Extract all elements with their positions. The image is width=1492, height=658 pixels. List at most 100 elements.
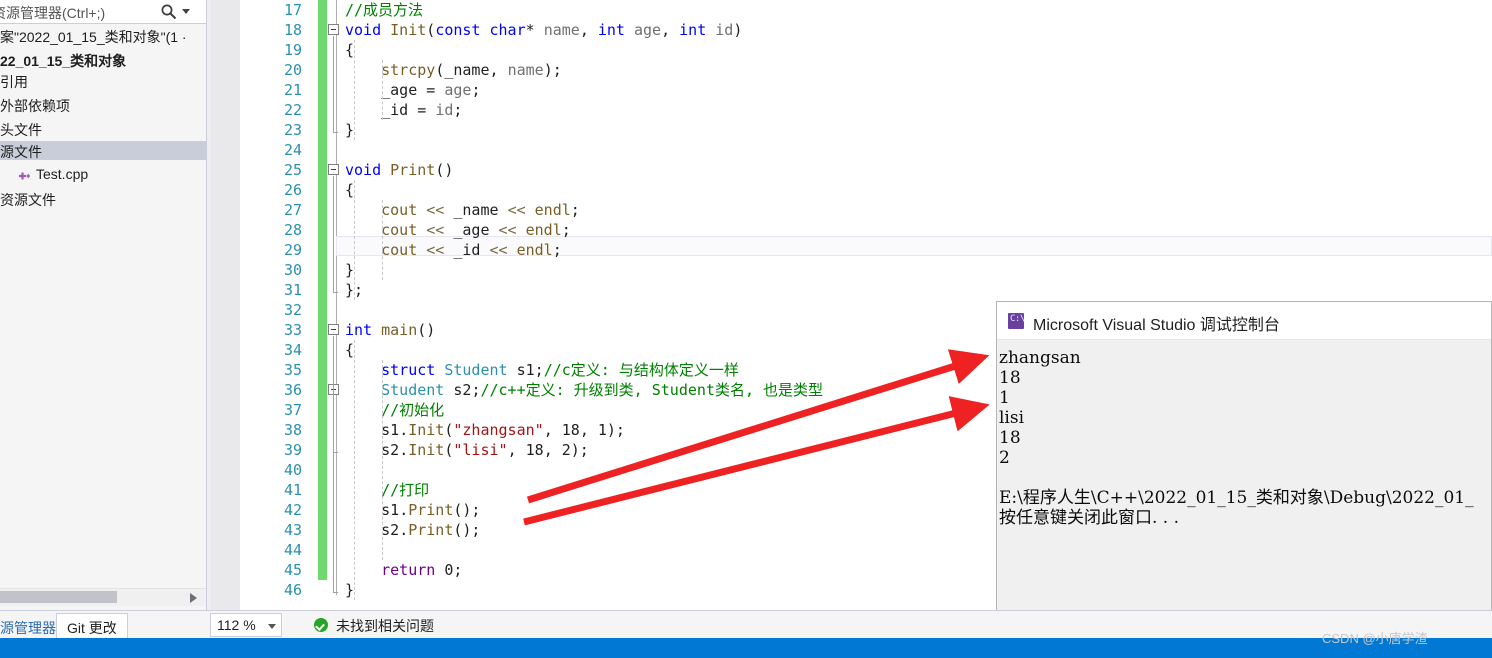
console-title: Microsoft Visual Studio 调试控制台: [1033, 317, 1280, 334]
console-line: 按任意键关闭此窗口. . .: [999, 508, 1180, 528]
hscrollbar-thumb[interactable]: [0, 591, 117, 603]
console-titlebar[interactable]: C:\ Microsoft Visual Studio 调试控制台: [997, 302, 1491, 340]
line-number: 27: [283, 201, 302, 219]
line-number: 29: [283, 241, 302, 259]
tree-item-1[interactable]: 22_01_15_类和对象: [0, 50, 206, 69]
tree-item-5[interactable]: 源文件: [0, 141, 206, 160]
line-number: 24: [283, 141, 302, 159]
console-line: 18: [999, 428, 1021, 448]
code-line[interactable]: s1.Print();: [345, 500, 480, 520]
tree-item-label: 引用: [0, 74, 28, 90]
code-line[interactable]: s1.Init("zhangsan", 18, 1);: [345, 420, 625, 440]
line-number: 30: [283, 261, 302, 279]
indent-guide: [354, 180, 355, 300]
code-line[interactable]: cout << _age << endl;: [345, 220, 571, 240]
tree-item-4[interactable]: 头文件: [0, 119, 206, 138]
editor-change-bar: [318, 0, 327, 580]
line-number: 25: [283, 161, 302, 179]
line-number: 28: [283, 221, 302, 239]
code-line[interactable]: _age = age;: [345, 80, 480, 100]
code-line[interactable]: void Print(): [345, 160, 453, 180]
line-number: 18: [283, 21, 302, 39]
line-number: 43: [283, 521, 302, 539]
code-line[interactable]: int main(): [345, 320, 435, 340]
windows-taskbar: [0, 638, 1492, 658]
arrow-right-icon[interactable]: [190, 593, 197, 603]
solution-explorer-hscrollbar[interactable]: [0, 588, 206, 606]
editor-outline-column: [336, 0, 338, 595]
code-line[interactable]: {: [345, 40, 354, 60]
tree-item-label: 外部依赖项: [0, 98, 70, 114]
line-number: 21: [283, 81, 302, 99]
search-icon[interactable]: [160, 3, 178, 21]
line-number: 42: [283, 501, 302, 519]
fold-connector-end: [333, 132, 338, 133]
line-number-gutter: 17 18 19 20 21 22 23 24 25 26 27 28 29 30 31 32 33 34 35 36…: [240, 0, 310, 610]
code-line[interactable]: _id = id;: [345, 100, 462, 120]
tree-item-7[interactable]: 资源文件: [0, 189, 206, 208]
indent-guide: [382, 60, 383, 120]
line-number: 23: [283, 121, 302, 139]
code-line[interactable]: struct Student s1;//c定义: 与结构体定义一样: [345, 360, 739, 380]
fold-toggle-line-33[interactable]: [328, 324, 339, 335]
line-number: 33: [283, 321, 302, 339]
code-line[interactable]: //打印: [345, 480, 429, 500]
fold-toggle-line-25[interactable]: [328, 164, 339, 175]
line-number: 26: [283, 181, 302, 199]
fold-connector-end: [333, 592, 338, 593]
fold-connector-end: [333, 452, 338, 453]
line-number: 46: [283, 581, 302, 599]
cpp-file-icon: [18, 169, 31, 181]
console-window-icon: C:\: [1008, 313, 1025, 329]
tab-solution-explorer[interactable]: 源管理器: [0, 614, 64, 639]
zoom-selector[interactable]: 112 %: [210, 613, 282, 637]
search-input[interactable]: 资源管理器(Ctrl+;): [0, 3, 105, 23]
code-line[interactable]: }: [345, 120, 354, 140]
line-number: 38: [283, 421, 302, 439]
code-line[interactable]: strcpy(_name, name);: [345, 60, 562, 80]
tree-item-3[interactable]: 外部依赖项: [0, 95, 206, 114]
fold-connector: [333, 36, 334, 132]
indent-guide: [354, 40, 355, 140]
tree-item-0[interactable]: 案"2022_01_15_类和对象"(1 ·: [0, 26, 206, 45]
line-number: 32: [283, 301, 302, 319]
code-line[interactable]: Student s2;//c++定义: 升级到类, Student类名, 也是类…: [345, 380, 823, 400]
code-line[interactable]: }: [345, 580, 354, 600]
code-line[interactable]: }: [345, 260, 354, 280]
tree-item-label: Test.cpp: [36, 166, 89, 182]
indent-guide: [354, 340, 355, 600]
code-line[interactable]: {: [345, 340, 354, 360]
solution-explorer-search[interactable]: 资源管理器(Ctrl+;): [0, 0, 206, 24]
code-line[interactable]: {: [345, 180, 354, 200]
console-line: 2: [999, 448, 1010, 468]
code-line[interactable]: s2.Print();: [345, 520, 480, 540]
tab-git-changes[interactable]: Git 更改: [56, 613, 128, 639]
line-number: 45: [283, 561, 302, 579]
console-icon-text: C:\: [1010, 314, 1025, 324]
code-line[interactable]: void Init(const char* name, int age, int…: [345, 20, 742, 40]
chevron-down-icon[interactable]: [182, 9, 190, 14]
tree-item-label: 22_01_15_类和对象: [0, 53, 127, 69]
fold-connector-end: [333, 292, 338, 293]
chevron-down-icon[interactable]: [268, 624, 276, 629]
tree-item-label: 资源文件: [0, 192, 56, 208]
debug-console-window[interactable]: C:\ Microsoft Visual Studio 调试控制台 zhangs…: [996, 301, 1492, 658]
tree-item-2[interactable]: 引用: [0, 71, 206, 90]
code-line[interactable]: //成员方法: [345, 0, 423, 20]
line-number: 44: [283, 541, 302, 559]
zoom-level-value: 112 %: [217, 617, 256, 633]
check-circle-icon: [314, 618, 328, 632]
line-number: 34: [283, 341, 302, 359]
fold-toggle-line-18[interactable]: [328, 24, 339, 35]
indent-guide: [382, 200, 383, 280]
line-number: 19: [283, 41, 302, 59]
code-line[interactable]: return 0;: [345, 560, 462, 580]
editor-gutter-background: [211, 0, 240, 610]
tree-item-6[interactable]: Test.cpp: [0, 165, 206, 184]
line-number: 17: [283, 1, 302, 19]
code-line[interactable]: cout << _name << endl;: [345, 200, 580, 220]
code-line[interactable]: //初始化: [345, 400, 444, 420]
line-number: 22: [283, 101, 302, 119]
code-line[interactable]: cout << _id << endl;: [345, 240, 562, 260]
console-line: 1: [999, 388, 1010, 408]
